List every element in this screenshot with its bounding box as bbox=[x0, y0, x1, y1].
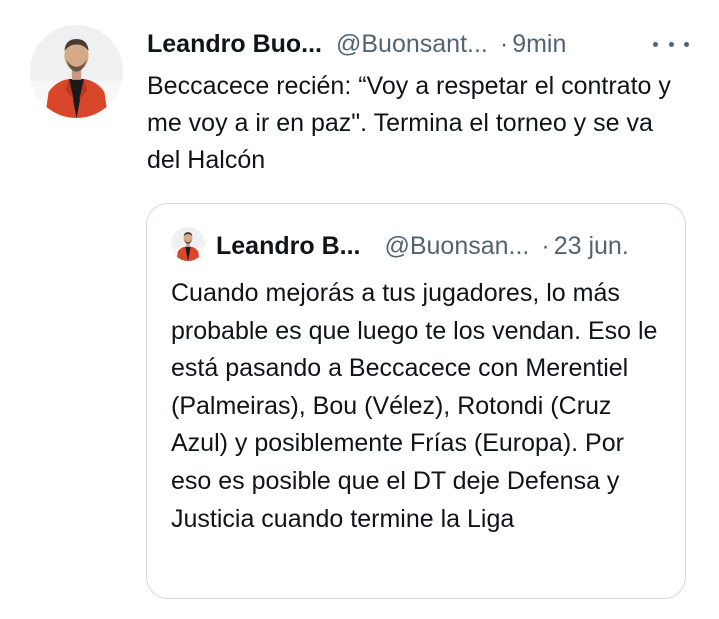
author-handle[interactable]: @Buonsant... bbox=[336, 30, 488, 59]
quoted-tweet-timestamp[interactable]: 23 jun. bbox=[554, 232, 629, 261]
quoted-author-handle[interactable]: @Buonsan... bbox=[384, 232, 529, 261]
quoted-author-name[interactable]: Leandro B... bbox=[216, 232, 360, 261]
separator-dot: · bbox=[499, 29, 509, 58]
more-horizontal-icon[interactable] bbox=[653, 32, 689, 56]
quoted-author-avatar-image bbox=[171, 227, 205, 261]
author-avatar-image bbox=[30, 25, 123, 118]
quoted-author-avatar[interactable] bbox=[171, 227, 205, 261]
more-dot bbox=[684, 41, 689, 47]
quoted-separator-dot: · bbox=[541, 231, 550, 260]
more-dot bbox=[668, 41, 674, 47]
tweet-timestamp[interactable]: 9min bbox=[512, 30, 566, 59]
author-avatar[interactable] bbox=[30, 25, 123, 118]
tweet-header: Leandro Buo... @Buonsant... · 9min bbox=[147, 28, 692, 60]
quoted-tweet-header: Leandro B... @Buonsan... · 23 jun. bbox=[216, 230, 676, 262]
tweet-text: Beccacece recién: “Voy a respetar el con… bbox=[147, 72, 671, 174]
author-name[interactable]: Leandro Buo... bbox=[147, 30, 322, 59]
quoted-tweet-text: Cuando mejorás a tus jugadores, lo más p… bbox=[171, 279, 658, 533]
more-dot bbox=[653, 41, 658, 47]
